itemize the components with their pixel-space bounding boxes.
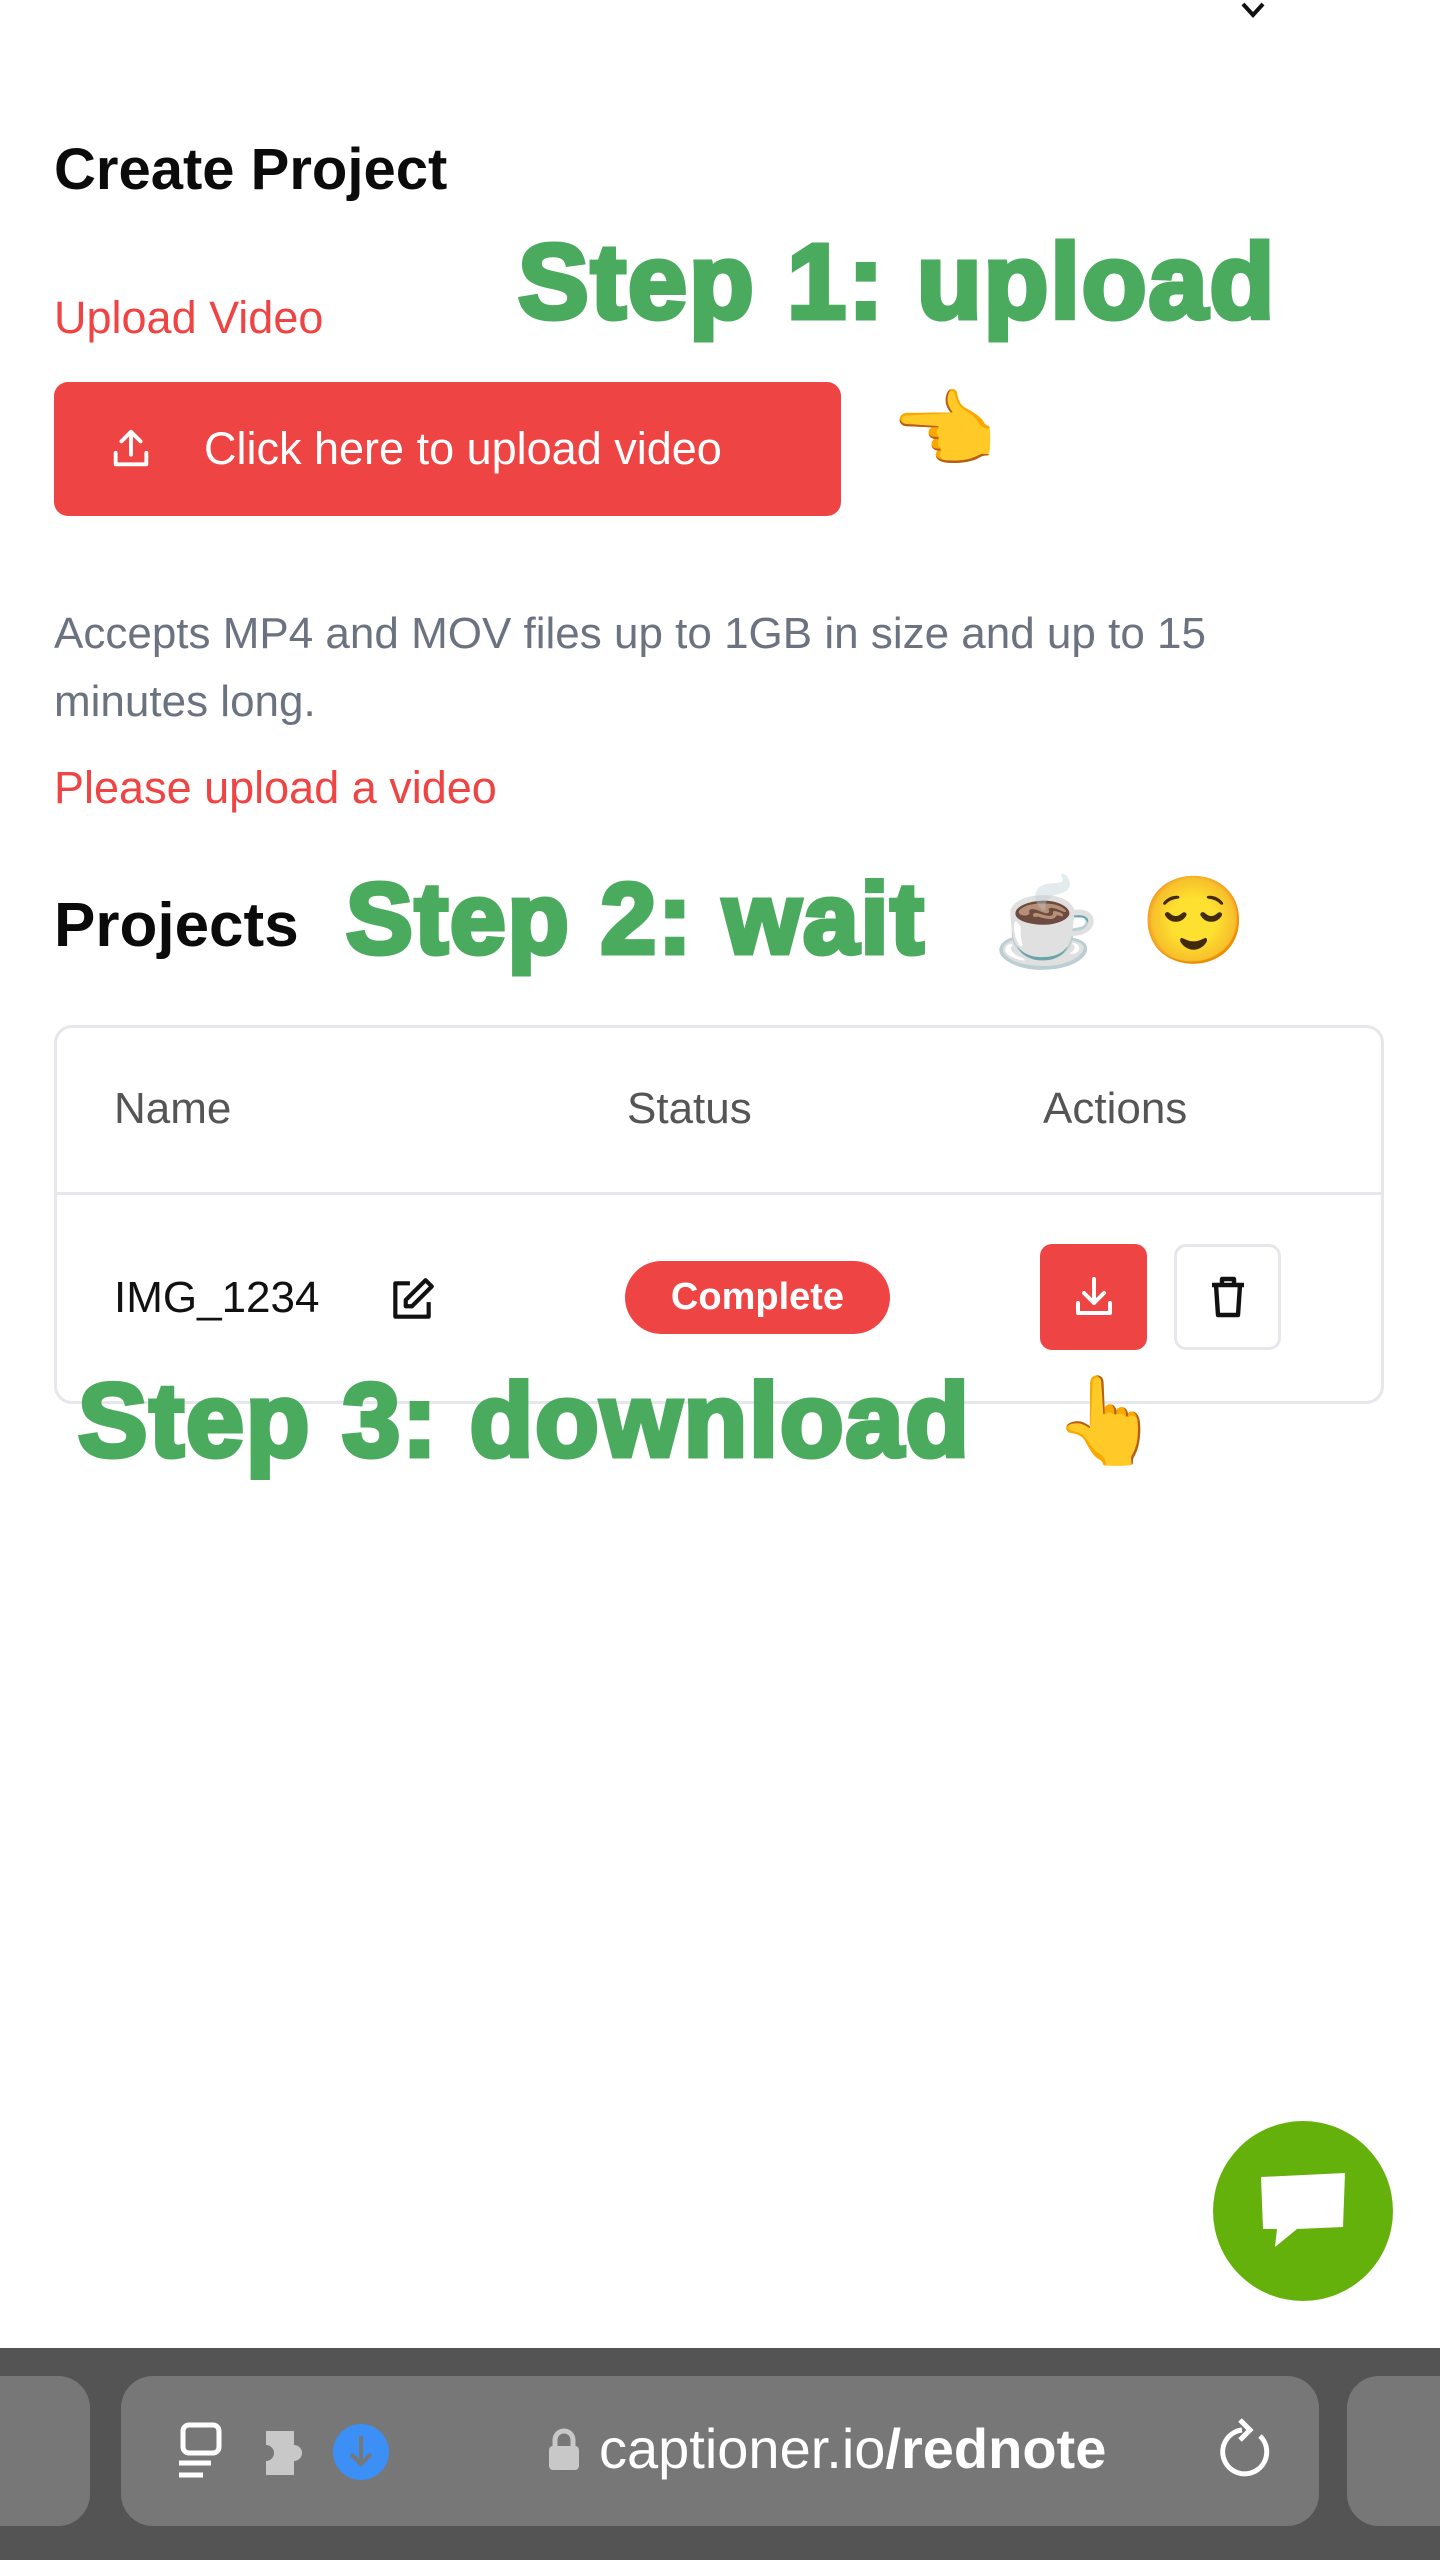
- edit-icon[interactable]: [387, 1275, 437, 1325]
- column-name: Name: [114, 1084, 232, 1133]
- coffee-emoji: ☕: [993, 875, 1101, 971]
- download-button[interactable]: [1040, 1244, 1147, 1350]
- chat-button[interactable]: [1213, 2121, 1393, 2301]
- upload-button-label: Click here to upload video: [204, 423, 722, 474]
- page-title: Create Project: [54, 137, 448, 202]
- browser-toolbar: captioner.io/rednote: [0, 2348, 1440, 2560]
- chat-icon: [1261, 2173, 1345, 2247]
- delete-button[interactable]: [1174, 1244, 1281, 1350]
- upload-video-label: Upload Video: [54, 292, 324, 343]
- lock-icon: [549, 2428, 579, 2470]
- step3-annotation: Step 3: download: [76, 1361, 972, 1482]
- column-actions: Actions: [1043, 1084, 1188, 1133]
- step2-annotation: Step 2: wait: [344, 861, 927, 978]
- status-badge: Complete: [625, 1261, 890, 1334]
- url-path: /rednote: [885, 2417, 1107, 2480]
- trash-icon: [1211, 1276, 1244, 1318]
- upload-icon: [113, 429, 149, 467]
- relieved-face-emoji: 😌: [1140, 873, 1248, 969]
- projects-title: Projects: [54, 891, 299, 960]
- next-tab[interactable]: [1347, 2376, 1440, 2526]
- download-icon: [1075, 1277, 1112, 1315]
- projects-table: Name Status Actions IMG_1234 Complete: [54, 1025, 1384, 1404]
- column-status: Status: [627, 1084, 752, 1133]
- pointing-up-emoji: 👆: [1053, 1373, 1161, 1469]
- upload-hint: Accepts MP4 and MOV files up to 1GB in s…: [54, 609, 1206, 726]
- extension-icon[interactable]: [266, 2431, 320, 2475]
- upload-video-button[interactable]: Click here to upload video: [54, 382, 841, 516]
- pointing-left-emoji: 👈: [890, 383, 998, 479]
- chevron-down-icon[interactable]: [1240, 0, 1266, 20]
- url-text[interactable]: captioner.io/rednote: [599, 2416, 1106, 2481]
- reader-icon[interactable]: [177, 2421, 229, 2481]
- project-name: IMG_1234: [114, 1273, 320, 1322]
- step1-annotation: Step 1: upload: [515, 221, 1277, 344]
- table-header: Name Status Actions: [57, 1028, 1381, 1195]
- url-domain: captioner.io: [599, 2417, 886, 2480]
- address-bar[interactable]: captioner.io/rednote: [121, 2376, 1319, 2526]
- download-status-icon[interactable]: [333, 2424, 389, 2480]
- upload-error: Please upload a video: [54, 762, 497, 813]
- previous-tab[interactable]: [0, 2376, 90, 2526]
- reload-icon[interactable]: [1216, 2418, 1276, 2484]
